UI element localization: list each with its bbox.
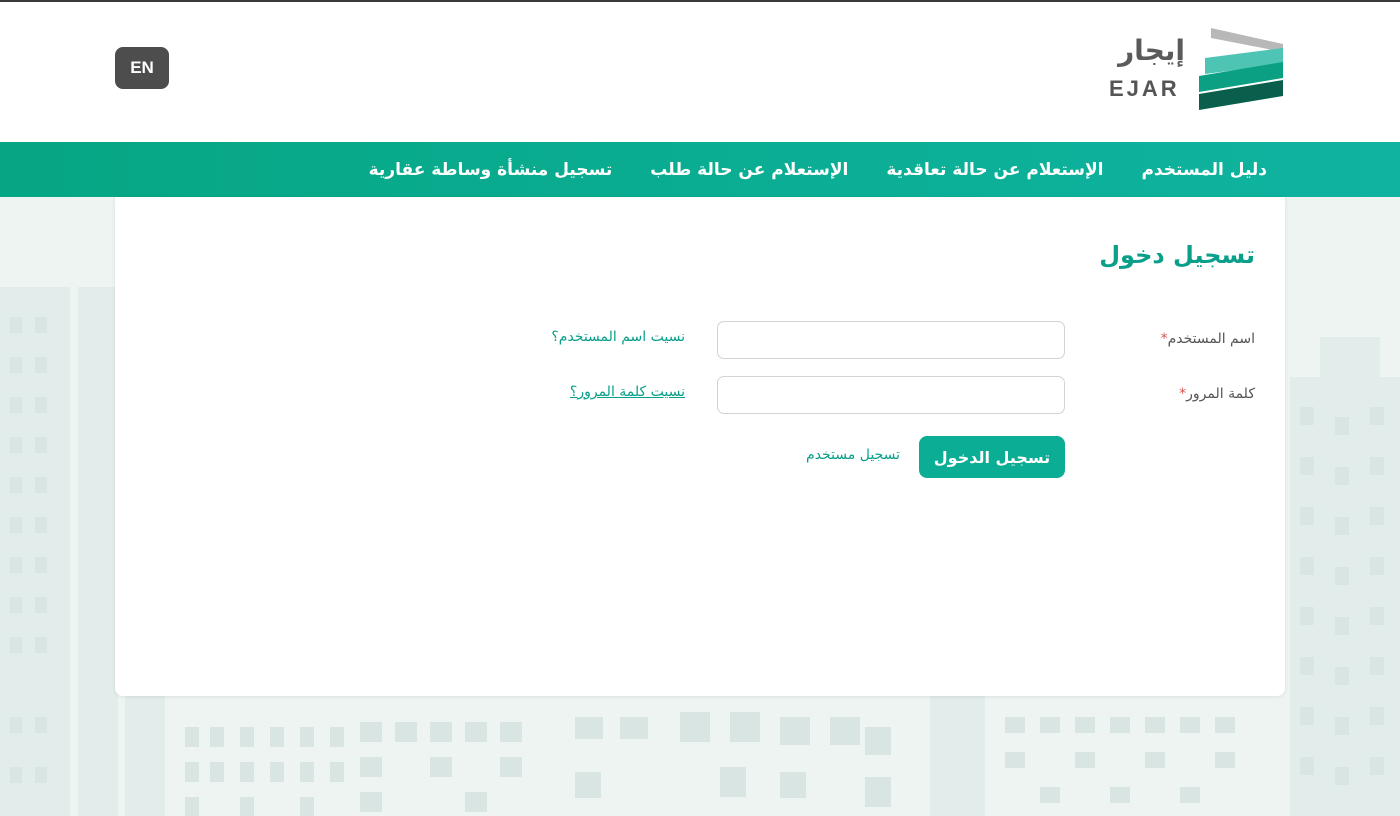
forgot-password-link[interactable]: نسيت كلمة المرور؟	[570, 384, 685, 400]
nav-item-register-brokerage[interactable]: تسجيل منشأة وساطة عقارية	[369, 160, 613, 180]
password-row: كلمة المرور* نسيت كلمة المرور؟	[115, 376, 1285, 416]
language-toggle-button[interactable]: EN	[115, 47, 169, 89]
ejar-logo[interactable]: إيجار EJAR	[1105, 28, 1285, 112]
forgot-username-link[interactable]: نسيت اسم المستخدم؟	[551, 329, 685, 345]
logo-english-text: EJAR	[1109, 76, 1180, 101]
required-marker: *	[1160, 331, 1168, 347]
logo-arabic-text: إيجار	[1118, 34, 1185, 67]
username-row: اسم المستخدم* نسيت اسم المستخدم؟	[115, 321, 1285, 361]
nav-item-request-status[interactable]: الإستعلام عن حالة طلب	[650, 160, 848, 180]
nav-item-contract-status[interactable]: الإستعلام عن حالة تعاقدية	[886, 160, 1103, 180]
page-title: تسجيل دخول	[1099, 241, 1255, 269]
nav-item-user-guide[interactable]: دليل المستخدم	[1141, 160, 1267, 180]
username-label: اسم المستخدم*	[1160, 331, 1255, 347]
logo-mark-icon	[1199, 28, 1283, 110]
login-card: تسجيل دخول اسم المستخدم* نسيت اسم المستخ…	[115, 197, 1285, 696]
username-input[interactable]	[717, 321, 1065, 359]
site-header: EN إيجار EJAR	[0, 2, 1400, 142]
password-label: كلمة المرور*	[1179, 386, 1255, 402]
password-input[interactable]	[717, 376, 1065, 414]
main-navigation: تسجيل منشأة وساطة عقارية الإستعلام عن حا…	[0, 142, 1400, 197]
register-user-link[interactable]: تسجيل مستخدم	[806, 447, 900, 463]
login-submit-button[interactable]: تسجيل الدخول	[919, 436, 1065, 478]
